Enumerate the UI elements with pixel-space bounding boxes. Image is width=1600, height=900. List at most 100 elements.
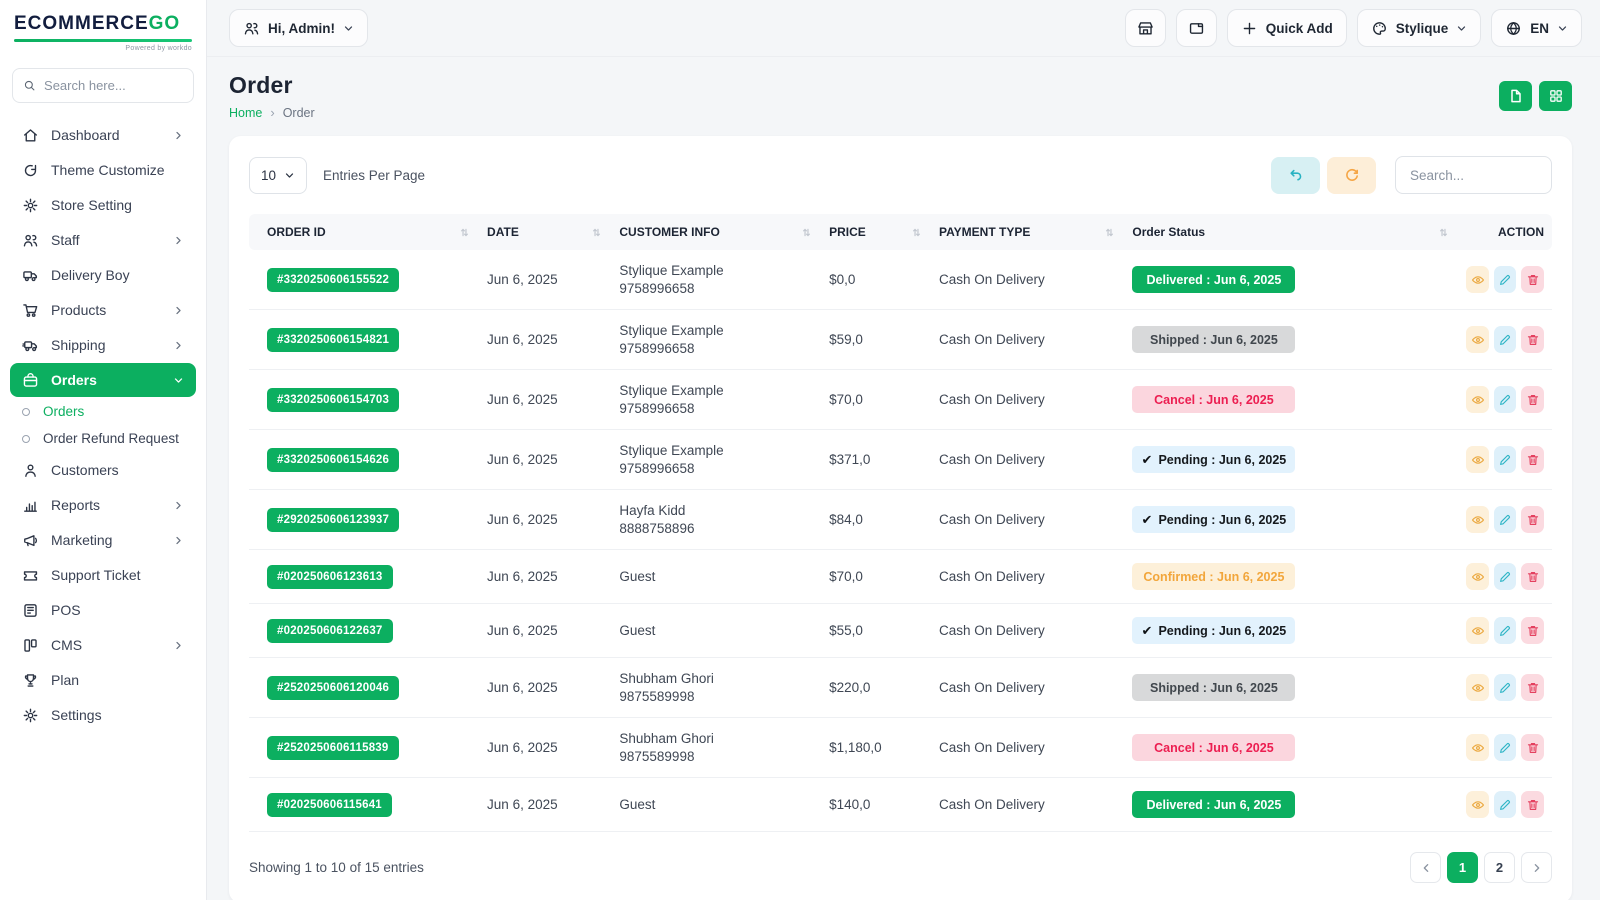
view-button[interactable] (1466, 266, 1489, 293)
order-id-badge[interactable]: #020250606115641 (267, 793, 392, 817)
delete-button[interactable] (1521, 791, 1544, 818)
table-search-input[interactable] (1395, 156, 1552, 194)
sidebar-item-delivery-boy[interactable]: Delivery Boy (10, 258, 196, 292)
quick-add-button[interactable]: Quick Add (1227, 9, 1347, 47)
view-button[interactable] (1466, 674, 1489, 701)
sidebar-search-input[interactable] (44, 78, 183, 93)
view-button[interactable] (1466, 386, 1489, 413)
delete-button[interactable] (1521, 446, 1544, 473)
refresh-button[interactable] (1327, 157, 1376, 194)
sidebar-subitem-order-refund-request[interactable]: Order Refund Request (10, 425, 196, 452)
order-id-badge[interactable]: #2520250606115839 (267, 736, 399, 760)
sidebar-item-label: Shipping (51, 337, 106, 353)
edit-button[interactable] (1494, 326, 1517, 353)
edit-button[interactable] (1494, 563, 1517, 590)
order-id-badge[interactable]: #3320250606154821 (267, 328, 399, 352)
column-header-date[interactable]: DATE (479, 214, 611, 250)
pagination-page-1[interactable]: 1 (1447, 852, 1478, 883)
sort-icon[interactable] (800, 226, 813, 239)
chevron-left-icon (1420, 862, 1432, 874)
edit-button[interactable] (1494, 791, 1517, 818)
storefront-button[interactable] (1125, 9, 1166, 47)
order-id-badge[interactable]: #3320250606155522 (267, 268, 399, 292)
sidebar-item-dashboard[interactable]: Dashboard (10, 118, 196, 152)
edit-button[interactable] (1494, 617, 1517, 644)
order-id-badge[interactable]: #2920250606123937 (267, 508, 399, 532)
view-button[interactable] (1466, 734, 1489, 761)
delete-button[interactable] (1521, 734, 1544, 761)
delete-button[interactable] (1521, 617, 1544, 644)
sort-icon[interactable] (1437, 226, 1450, 239)
order-id-badge[interactable]: #020250606122637 (267, 619, 393, 643)
grid-view-button[interactable] (1539, 81, 1572, 111)
eye-icon (1471, 741, 1485, 755)
sidebar-subitem-orders[interactable]: Orders (10, 398, 196, 425)
view-button[interactable] (1466, 563, 1489, 590)
edit-button[interactable] (1494, 674, 1517, 701)
delete-button[interactable] (1521, 563, 1544, 590)
order-id-badge[interactable]: #3320250606154626 (267, 448, 399, 472)
edit-button[interactable] (1494, 266, 1517, 293)
edit-button[interactable] (1494, 446, 1517, 473)
sidebar-item-plan[interactable]: Plan (10, 663, 196, 697)
edit-button[interactable] (1494, 506, 1517, 533)
sidebar-item-products[interactable]: Products (10, 293, 196, 327)
delete-button[interactable] (1521, 674, 1544, 701)
sidebar-item-support-ticket[interactable]: Support Ticket (10, 558, 196, 592)
order-price: $59,0 (821, 310, 931, 370)
sidebar-item-theme-customize[interactable]: Theme Customize (10, 153, 196, 187)
order-id-badge[interactable]: #2520250606120046 (267, 676, 399, 700)
trash-icon (1526, 513, 1540, 527)
order-id-badge[interactable]: #020250606123613 (267, 565, 393, 589)
customer-name: Guest (619, 623, 813, 638)
pagination-next-button[interactable] (1521, 852, 1552, 883)
column-header-order-status[interactable]: Order Status (1124, 214, 1458, 250)
sidebar-search[interactable] (12, 68, 194, 103)
delete-button[interactable] (1521, 326, 1544, 353)
pagination-page-2[interactable]: 2 (1484, 852, 1515, 883)
view-button[interactable] (1466, 446, 1489, 473)
edit-button[interactable] (1494, 734, 1517, 761)
sidebar-item-staff[interactable]: Staff (10, 223, 196, 257)
sort-icon[interactable] (458, 226, 471, 239)
breadcrumb-home[interactable]: Home (229, 106, 262, 120)
export-button[interactable] (1499, 81, 1532, 111)
sort-icon[interactable] (1103, 226, 1116, 239)
payment-type: Cash On Delivery (931, 310, 1124, 370)
language-select-button[interactable]: EN (1491, 9, 1582, 47)
sidebar-item-shipping[interactable]: Shipping (10, 328, 196, 362)
entries-per-page-select[interactable]: 10 (249, 157, 307, 194)
email-templates-button[interactable] (1176, 9, 1217, 47)
sidebar-item-pos[interactable]: POS (10, 593, 196, 627)
delete-button[interactable] (1521, 266, 1544, 293)
view-button[interactable] (1466, 617, 1489, 644)
theme-select-button[interactable]: Stylique (1357, 9, 1482, 47)
user-menu-button[interactable]: Hi, Admin! (229, 9, 368, 47)
delete-button[interactable] (1521, 506, 1544, 533)
sidebar-item-label: Orders (51, 372, 97, 388)
brand-logo[interactable]: ECOMMERCEGO Powered by workdo (0, 0, 206, 56)
column-header-payment-type[interactable]: PAYMENT TYPE (931, 214, 1124, 250)
sidebar-item-orders[interactable]: Orders (10, 363, 196, 397)
sidebar-item-marketing[interactable]: Marketing (10, 523, 196, 557)
sidebar-item-cms[interactable]: CMS (10, 628, 196, 662)
delete-button[interactable] (1521, 386, 1544, 413)
undo-button[interactable] (1271, 157, 1320, 194)
column-header-order-id[interactable]: ORDER ID (249, 214, 479, 250)
quick-add-label: Quick Add (1266, 21, 1333, 36)
sort-icon[interactable] (590, 226, 603, 239)
sidebar-item-customers[interactable]: Customers (10, 453, 196, 487)
order-id-badge[interactable]: #3320250606154703 (267, 388, 399, 412)
column-header-price[interactable]: PRICE (821, 214, 931, 250)
view-button[interactable] (1466, 326, 1489, 353)
sidebar-item-settings[interactable]: Settings (10, 698, 196, 732)
sidebar-item-store-setting[interactable]: Store Setting (10, 188, 196, 222)
sidebar-item-reports[interactable]: Reports (10, 488, 196, 522)
edit-button[interactable] (1494, 386, 1517, 413)
column-header-customer-info[interactable]: CUSTOMER INFO (611, 214, 821, 250)
pagination-prev-button[interactable] (1410, 852, 1441, 883)
sort-icon[interactable] (910, 226, 923, 239)
palette-icon (1371, 20, 1388, 37)
view-button[interactable] (1466, 791, 1489, 818)
view-button[interactable] (1466, 506, 1489, 533)
